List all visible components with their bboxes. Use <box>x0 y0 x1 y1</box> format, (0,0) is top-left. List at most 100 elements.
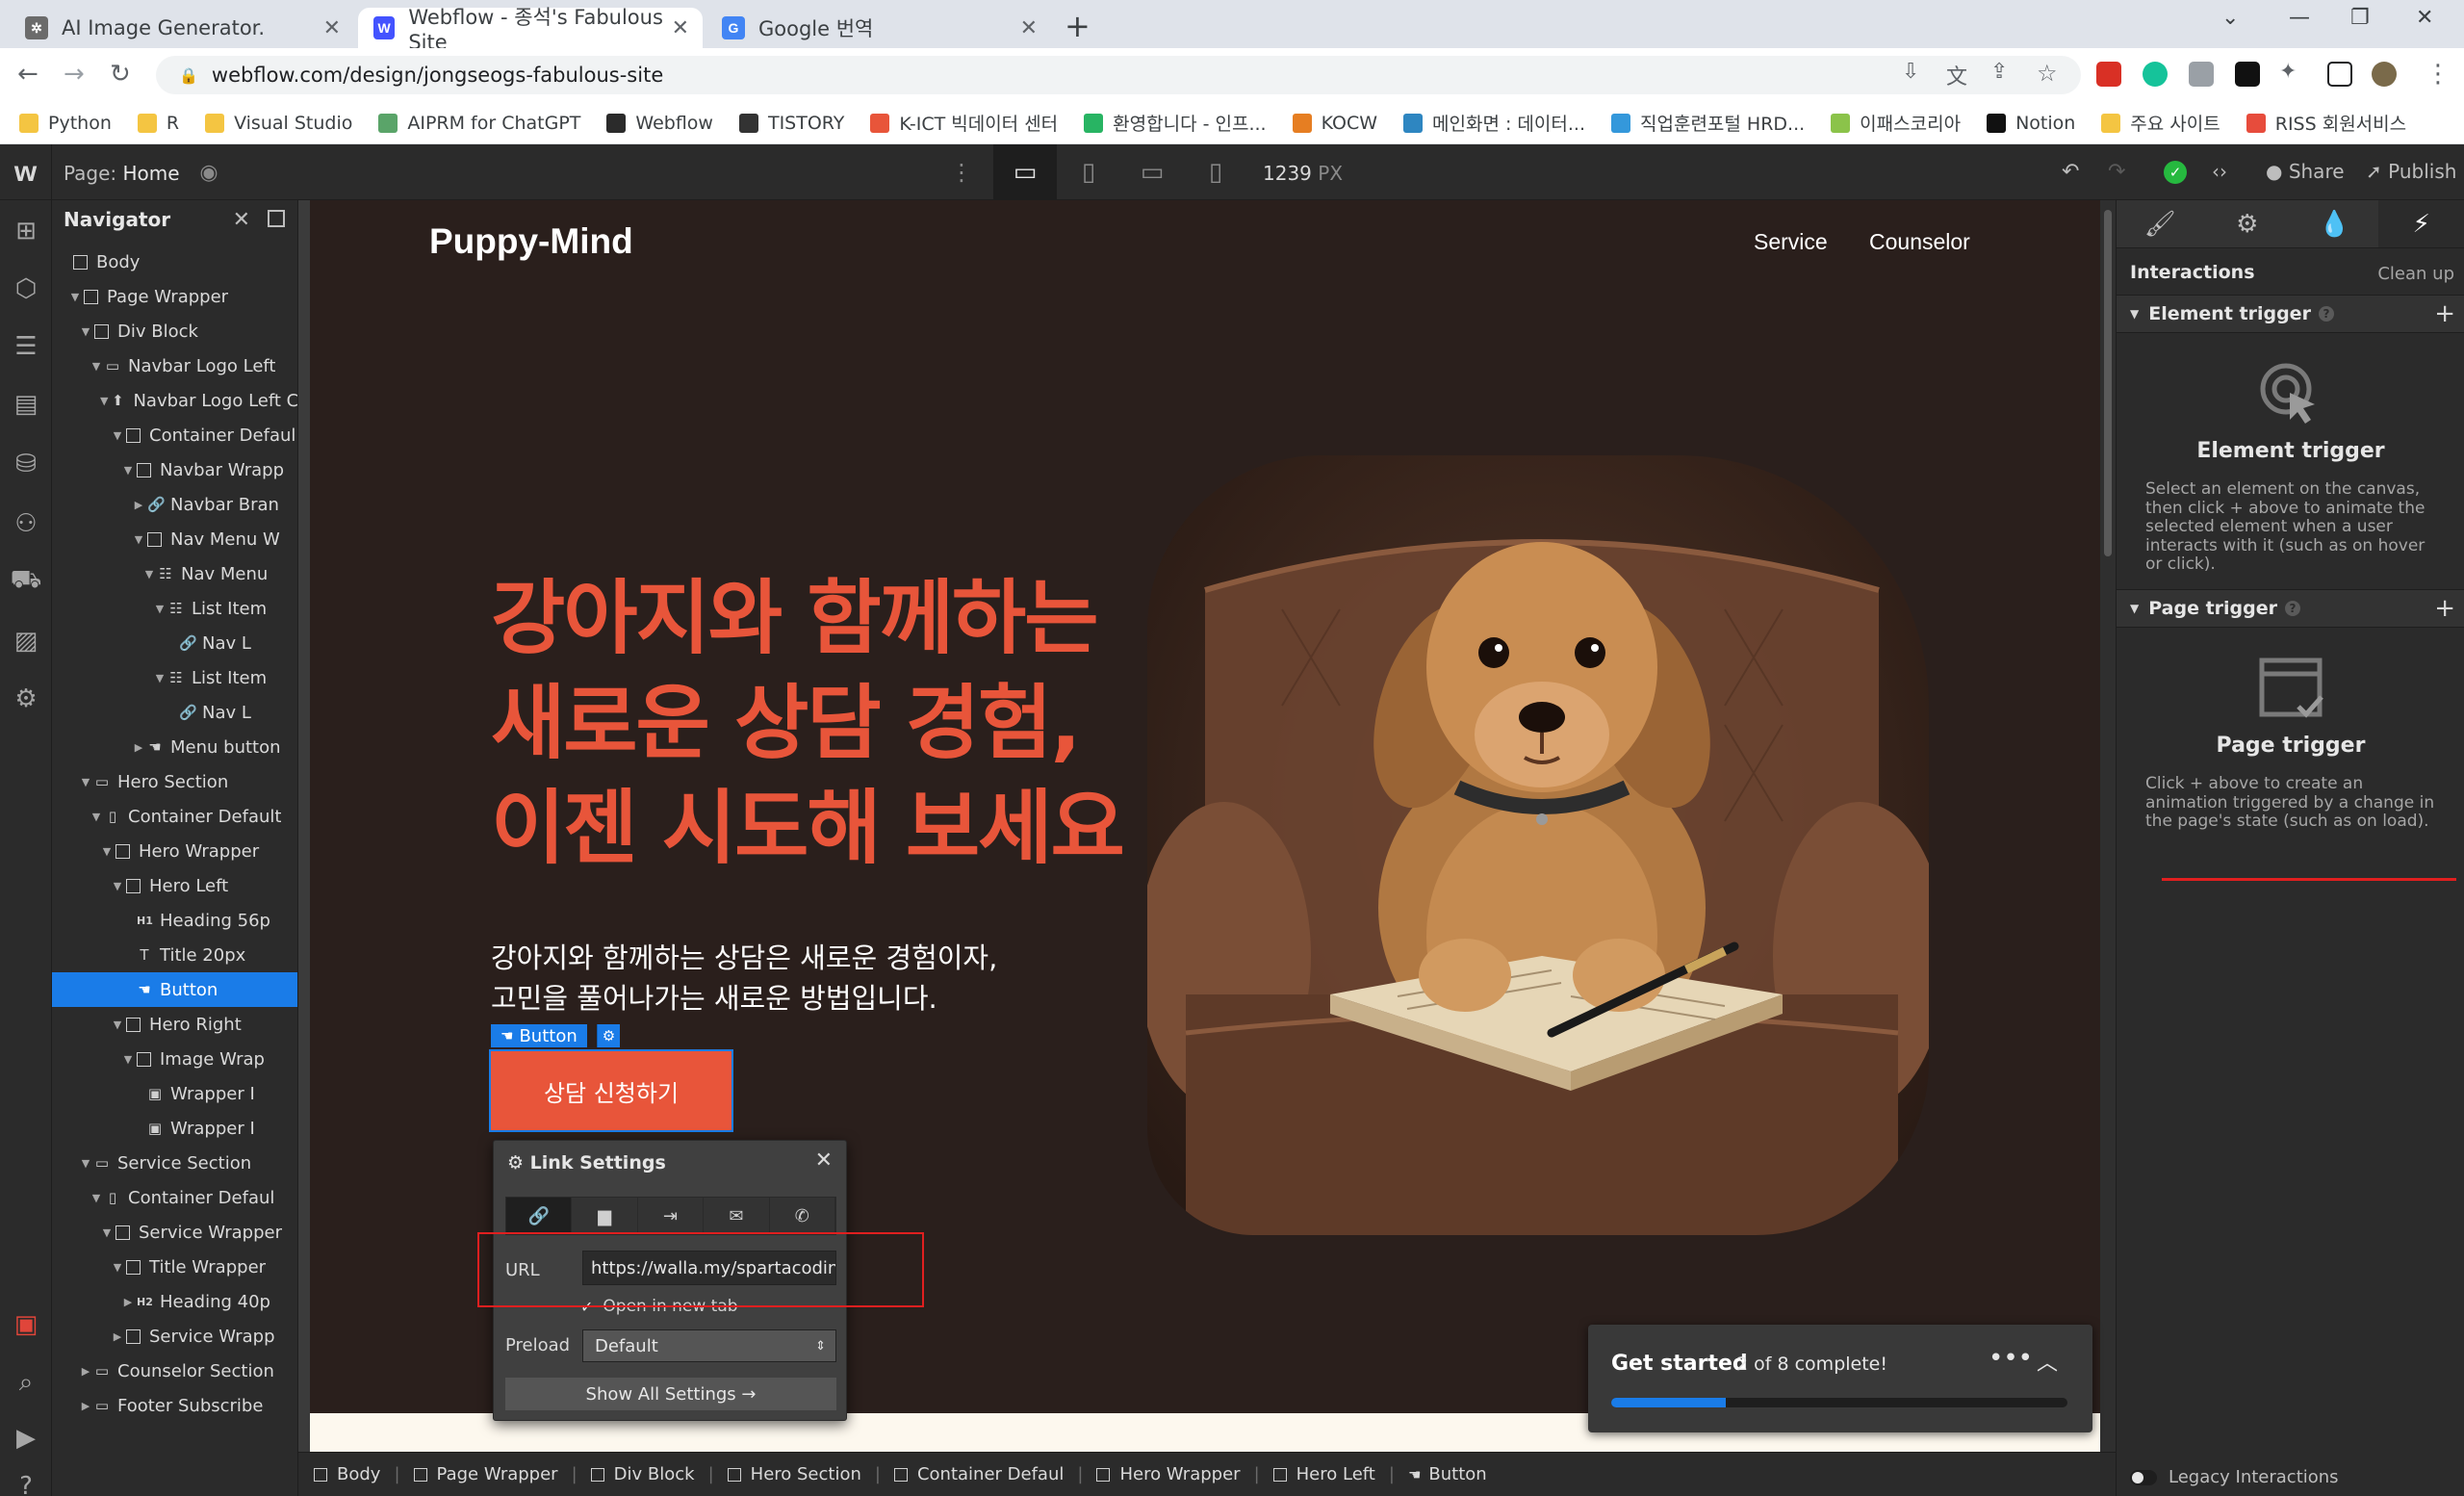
url-link-icon[interactable]: 🔗 <box>506 1198 573 1234</box>
mobile-landscape-icon[interactable]: ▭ <box>1120 144 1184 200</box>
selected-element-label[interactable]: ☚ Button ⚙ <box>491 1024 620 1047</box>
caret-down-icon[interactable]: ▼ <box>153 672 167 684</box>
video-tutorials-icon[interactable]: ▶ <box>0 1419 52 1457</box>
tab-search-icon[interactable]: ⌄ <box>2221 6 2239 30</box>
style-manager-drops-icon[interactable]: 💧 <box>2291 200 2378 247</box>
page-link-icon[interactable]: ▆ <box>572 1198 638 1234</box>
pages-icon[interactable]: ▤ <box>0 385 52 424</box>
reload-icon[interactable]: ↻ <box>110 60 131 89</box>
pin-panel-icon[interactable] <box>268 210 285 227</box>
more-icon[interactable]: ••• <box>1989 1344 2033 1373</box>
navigator-row[interactable]: ▼ Image Wrap <box>52 1042 297 1076</box>
close-tab-icon[interactable]: ✕ <box>672 16 689 40</box>
navigator-row[interactable]: ▼ ⬆ Navbar Logo Left C <box>52 383 297 418</box>
navigator-row[interactable]: ▼ Page Wrapper <box>52 279 297 314</box>
bookmark-item[interactable]: TISTORY <box>738 113 844 134</box>
navigator-row[interactable]: ▼ Hero Right <box>52 1007 297 1042</box>
assets-images-icon[interactable]: ▨ <box>0 622 52 660</box>
bookmark-item[interactable]: Notion <box>1987 113 2075 134</box>
scrollbar-thumb[interactable] <box>2104 210 2112 556</box>
caret-down-icon[interactable]: ▼ <box>68 291 82 303</box>
page-selector[interactable]: Page: Home <box>64 162 180 185</box>
extension-icon[interactable] <box>2189 62 2214 87</box>
caret-down-icon[interactable]: ▼ <box>142 568 156 580</box>
pdf-extension-icon[interactable] <box>2096 62 2121 87</box>
caret-down-icon[interactable]: ▼ <box>111 880 124 892</box>
clean-up-button[interactable]: Clean up <box>2377 264 2454 284</box>
navigator-row[interactable]: ▼ ▭ Service Section <box>52 1146 297 1180</box>
hero-heading[interactable]: 강아지와 함께하는 새로운 상담 경험, 이젠 시도해 보세요 <box>491 566 1165 882</box>
section-link-icon[interactable]: ⇥ <box>638 1198 705 1234</box>
bookmark-item[interactable]: 이패스코리아 <box>1831 110 1961 136</box>
preview-eye-icon[interactable]: ◉ <box>177 144 241 200</box>
help-icon[interactable]: ? <box>2285 601 2300 616</box>
navigator-row[interactable]: ▼ ▭ Navbar Logo Left <box>52 348 297 383</box>
phone-link-icon[interactable]: ✆ <box>770 1198 836 1234</box>
breadcrumb-item[interactable]: Page Wrapper | <box>413 1464 578 1484</box>
navigator-row[interactable]: ▼ ▯ Container Defaul <box>52 1180 297 1215</box>
caret-down-icon[interactable]: ▼ <box>90 1192 103 1204</box>
style-brush-icon[interactable]: 🖌 <box>2117 200 2204 247</box>
caret-down-icon[interactable]: ▼ <box>153 603 167 615</box>
caret-down-icon[interactable]: ▼ <box>79 1157 92 1170</box>
navigator-row[interactable]: 🔗 Nav L <box>52 626 297 660</box>
webflow-logo-icon[interactable]: w <box>0 144 52 200</box>
publish-button[interactable]: ➚ Publish <box>2366 160 2456 183</box>
navigator-row[interactable]: H1 Heading 56p <box>52 903 297 938</box>
bookmark-item[interactable]: 환영합니다 - 인프... <box>1084 110 1267 136</box>
close-window-icon[interactable]: ✕ <box>2416 6 2433 30</box>
caret-right-icon[interactable]: ▶ <box>132 499 145 511</box>
breadcrumb-item[interactable]: ☚ Button <box>1408 1464 1487 1484</box>
back-icon[interactable]: ← <box>17 60 38 89</box>
cms-database-icon[interactable]: ⛁ <box>0 445 52 483</box>
interactions-bolt-icon[interactable]: ⚡ <box>2377 200 2464 247</box>
navigator-row[interactable]: ☚ Button <box>52 972 297 1007</box>
record-icon[interactable]: ▣ <box>0 1305 52 1344</box>
navigator-row[interactable]: ▶ Service Wrapp <box>52 1319 297 1354</box>
caret-down-icon[interactable]: ▼ <box>100 1226 114 1239</box>
settings-gear-icon[interactable]: ⚙ <box>0 680 52 718</box>
tablet-breakpoint-icon[interactable]: ▯ <box>1057 144 1120 200</box>
bookmark-item[interactable]: Python <box>19 113 112 134</box>
element-settings-gear-icon[interactable]: ⚙ <box>597 1024 620 1047</box>
caret-down-icon[interactable]: ▼ <box>90 360 103 373</box>
caret-right-icon[interactable]: ▶ <box>79 1365 92 1378</box>
chrome-menu-icon[interactable]: ⋮ <box>2426 60 2451 89</box>
share-icon[interactable]: ⇪ <box>1990 60 2008 84</box>
browser-tab-ai-image[interactable]: ✲ AI Image Generator. ✕ <box>10 8 354 48</box>
bookmark-star-icon[interactable]: ☆ <box>2037 60 2058 87</box>
caret-down-icon[interactable]: ▼ <box>132 533 145 546</box>
caret-down-icon[interactable]: ▼ <box>121 1053 135 1066</box>
caret-right-icon[interactable]: ▶ <box>79 1400 92 1412</box>
page-trigger-section[interactable]: ▼ Page trigger ? + <box>2117 589 2464 628</box>
caret-right-icon[interactable]: ▶ <box>121 1296 135 1308</box>
site-brand[interactable]: Puppy-Mind <box>429 221 633 262</box>
navigator-row[interactable]: ▶ ▭ Footer Subscribe <box>52 1388 297 1423</box>
profile-avatar[interactable] <box>2372 62 2397 87</box>
extensions-puzzle-icon[interactable]: ✦ <box>2279 60 2297 84</box>
caret-down-icon[interactable]: ▼ <box>111 1261 124 1274</box>
hero-puppy-image[interactable] <box>1147 455 1929 1235</box>
close-tab-icon[interactable]: ✕ <box>323 16 341 40</box>
breadcrumb-item[interactable]: Hero Wrapper | <box>1096 1464 1260 1484</box>
caret-down-icon[interactable]: ▼ <box>90 811 103 823</box>
install-icon[interactable]: ⇩ <box>1902 60 1919 84</box>
navigator-row[interactable]: ▼ ▯ Container Default <box>52 799 297 834</box>
caret-right-icon[interactable]: ▶ <box>111 1330 124 1343</box>
navigator-row[interactable]: ▼ Navbar Wrapp <box>52 452 297 487</box>
navigator-row[interactable]: ▶ H2 Heading 40p <box>52 1284 297 1319</box>
share-button[interactable]: ● Share <box>2266 160 2345 183</box>
browser-tab-google-translate[interactable]: G Google 번역 ✕ <box>706 8 1051 48</box>
bookmark-item[interactable]: KOCW <box>1292 113 1377 134</box>
navigator-row[interactable]: ▼ ☷ List Item <box>52 660 297 695</box>
browser-tab-webflow[interactable]: W Webflow - 종석's Fabulous Site ✕ <box>358 6 703 54</box>
navigator-row[interactable]: ▼ Title Wrapper <box>52 1250 297 1284</box>
bookmark-item[interactable]: 주요 사이트 <box>2101 110 2220 136</box>
navigator-row[interactable]: ▣ Wrapper I <box>52 1076 297 1111</box>
translate-icon[interactable]: 文 <box>1946 60 1967 90</box>
ecommerce-cart-icon[interactable]: ⛟ <box>0 562 52 601</box>
breadcrumb-item[interactable]: Hero Left | <box>1272 1464 1395 1484</box>
bookmark-item[interactable]: Webflow <box>606 113 713 134</box>
close-tab-icon[interactable]: ✕ <box>1020 16 1038 40</box>
caret-down-icon[interactable]: ▼ <box>111 429 124 442</box>
